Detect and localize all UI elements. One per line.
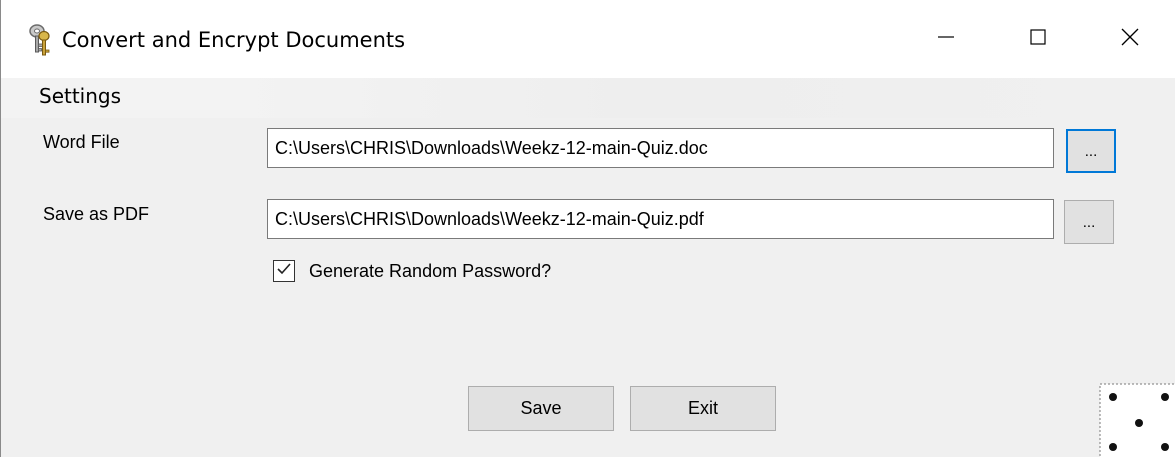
menu-bar: Settings bbox=[1, 78, 1175, 118]
keys-icon bbox=[28, 24, 52, 60]
word-file-label: Word File bbox=[43, 132, 120, 152]
save-pdf-label: Save as PDF bbox=[43, 204, 150, 224]
generate-password-option[interactable]: Generate Random Password? bbox=[273, 258, 551, 284]
save-pdf-browse-button[interactable]: ... bbox=[1064, 200, 1114, 244]
word-file-browse-button[interactable]: ... bbox=[1066, 129, 1116, 173]
word-file-input[interactable]: C:\Users\CHRIS\Downloads\Weekz-12-main-Q… bbox=[267, 128, 1054, 168]
menu-settings[interactable]: Settings bbox=[39, 84, 121, 108]
dice-icon bbox=[1099, 383, 1175, 457]
generate-password-checkbox[interactable] bbox=[273, 260, 295, 282]
checkmark-icon bbox=[276, 262, 292, 281]
save-pdf-input[interactable]: C:\Users\CHRIS\Downloads\Weekz-12-main-Q… bbox=[267, 199, 1054, 239]
minimize-button[interactable] bbox=[900, 0, 992, 78]
generate-password-label: Generate Random Password? bbox=[309, 260, 552, 281]
window-title: Convert and Encrypt Documents bbox=[62, 28, 406, 52]
close-button[interactable] bbox=[1084, 0, 1175, 78]
maximize-button[interactable] bbox=[992, 0, 1084, 78]
app-window: Convert and Encrypt Documents Settings W… bbox=[0, 0, 1175, 457]
exit-button[interactable]: Exit bbox=[630, 386, 776, 431]
minimize-icon bbox=[938, 29, 954, 50]
close-icon bbox=[1121, 28, 1139, 51]
save-button[interactable]: Save bbox=[468, 386, 614, 431]
title-bar[interactable]: Convert and Encrypt Documents bbox=[1, 0, 1175, 78]
maximize-icon bbox=[1030, 28, 1046, 50]
